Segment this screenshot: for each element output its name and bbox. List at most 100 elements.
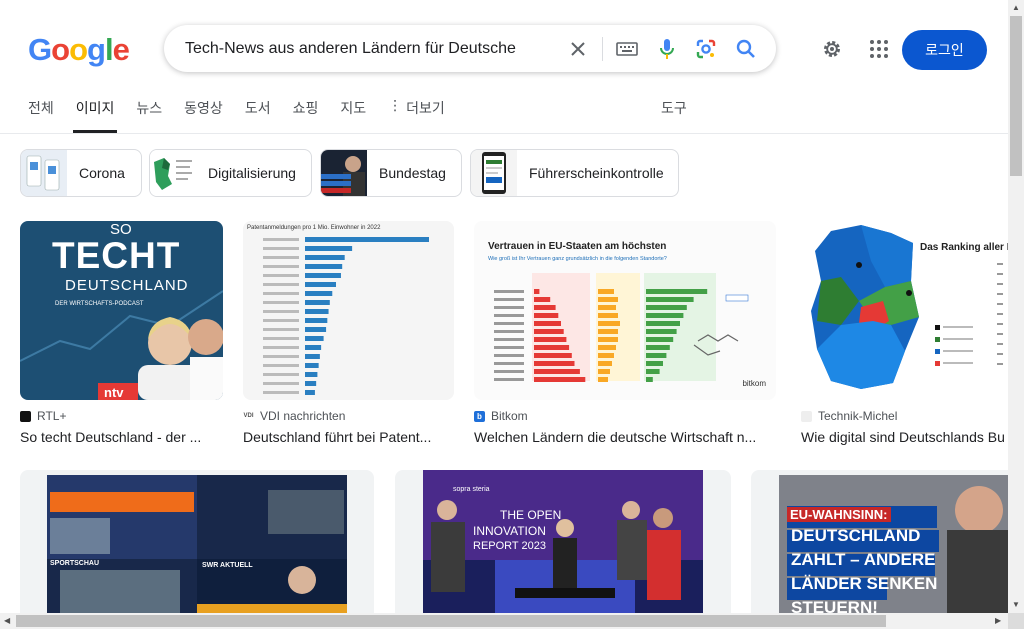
decorative-bar bbox=[598, 313, 618, 318]
swr-aktuell-text: SWR AKTUELL bbox=[202, 562, 253, 569]
tab-videos[interactable]: 동영상 bbox=[184, 98, 223, 132]
chip-thumbnail bbox=[471, 150, 517, 196]
decorative-bar bbox=[646, 289, 708, 294]
logo-letter: o bbox=[51, 32, 70, 67]
scroll-up-icon[interactable]: ▲ bbox=[1012, 3, 1020, 12]
result-thumbnail[interactable]: SO TECHT DEUTSCHLAND DER WIRTSCHAFTS-POD… bbox=[20, 221, 223, 400]
scroll-down-icon[interactable]: ▼ bbox=[1012, 600, 1020, 609]
image-result[interactable]: Das Ranking aller B Technik-Michel Wie d… bbox=[801, 221, 1008, 445]
result-thumbnail[interactable]: Vertrauen in EU-Staaten am höchsten Wie … bbox=[474, 221, 776, 400]
apps-grid-icon[interactable] bbox=[867, 37, 891, 61]
image-result[interactable]: SPORTSCHAU SWR AKTUELL bbox=[20, 470, 374, 613]
decorative-bar bbox=[598, 297, 618, 302]
logo-letter: l bbox=[104, 32, 114, 67]
chip-fuehrerscheinkontrolle[interactable]: Führerscheinkontrolle bbox=[470, 149, 679, 197]
image-result[interactable]: Vertrauen in EU-Staaten am höchsten Wie … bbox=[474, 221, 776, 445]
result-source[interactable]: b Bitkom bbox=[474, 409, 776, 423]
decorative-label bbox=[263, 364, 299, 367]
decorative-bar bbox=[598, 361, 612, 366]
source-name: Technik-Michel bbox=[818, 409, 898, 423]
tools-button[interactable]: 도구 bbox=[661, 98, 687, 118]
settings-gear-icon[interactable] bbox=[820, 37, 844, 61]
result-source[interactable]: RTL+ bbox=[20, 409, 223, 423]
decorative-bar bbox=[305, 390, 315, 395]
decorative-bar bbox=[598, 329, 618, 334]
decorative-bar bbox=[534, 329, 564, 334]
result-title[interactable]: Wie digital sind Deutschlands Bu bbox=[801, 429, 1008, 445]
tab-books[interactable]: 도서 bbox=[245, 98, 271, 132]
tab-more[interactable]: ⋮ 더보기 bbox=[388, 98, 445, 132]
tab-images[interactable]: 이미지 bbox=[72, 98, 118, 133]
image-result[interactable]: Patentanmeldungen pro 1 Mio. Einwohner i… bbox=[243, 221, 454, 445]
result-thumbnail[interactable] bbox=[395, 470, 731, 613]
decorative-label bbox=[263, 238, 299, 241]
image-result[interactable]: EU-WAHNSINN: DEUTSCHLAND ZAHLT – ANDERE … bbox=[751, 470, 1008, 613]
innovation-line2-text: INNOVATION bbox=[473, 524, 546, 538]
result-title[interactable]: So techt Deutschland - der ... bbox=[20, 429, 223, 445]
rtl-deutschland-text: DEUTSCHLAND bbox=[65, 277, 189, 294]
chip-bundestag[interactable]: Bundestag bbox=[320, 149, 462, 197]
decorative-label bbox=[263, 319, 299, 322]
chip-digitalisierung[interactable]: Digitalisierung bbox=[149, 149, 312, 197]
innovation-brand-text: sopra steria bbox=[453, 486, 490, 493]
result-thumbnail[interactable]: Das Ranking aller B bbox=[801, 221, 1008, 400]
decorative-bar bbox=[305, 372, 318, 377]
decorative-bar bbox=[598, 353, 614, 358]
camera-lens-icon[interactable] bbox=[694, 37, 718, 61]
google-logo[interactable]: Google bbox=[28, 32, 130, 68]
tab-news[interactable]: 뉴스 bbox=[136, 98, 162, 132]
clear-icon[interactable] bbox=[566, 37, 590, 61]
horizontal-scroll-thumb[interactable] bbox=[16, 615, 886, 627]
result-title[interactable]: Welchen Ländern die deutsche Wirtschaft … bbox=[474, 429, 776, 445]
vdi-favicon-icon: VDI bbox=[243, 410, 254, 422]
more-vert-icon: ⋮ bbox=[388, 98, 403, 114]
decorative-bar bbox=[534, 369, 580, 374]
result-thumbnail[interactable]: Patentanmeldungen pro 1 Mio. Einwohner i… bbox=[243, 221, 454, 400]
chip-thumbnail bbox=[21, 150, 67, 196]
image-result[interactable]: sopra steria THE OPEN INNOVATION REPORT … bbox=[395, 470, 731, 613]
search-icon[interactable] bbox=[734, 37, 758, 61]
decorative-label bbox=[263, 328, 299, 331]
decorative-label bbox=[263, 391, 299, 394]
vertical-scrollbar[interactable]: ▲ ▼ bbox=[1008, 0, 1024, 613]
result-thumbnail[interactable] bbox=[20, 470, 374, 613]
tab-all[interactable]: 전체 bbox=[28, 98, 54, 132]
login-button[interactable]: 로그인 bbox=[902, 30, 987, 70]
decorative-label bbox=[263, 310, 299, 313]
eu-line3-text: LÄNDER SENKEN bbox=[791, 574, 938, 593]
decorative-bar bbox=[646, 345, 670, 350]
vertical-scroll-thumb[interactable] bbox=[1010, 16, 1022, 176]
chip-corona[interactable]: Corona bbox=[20, 149, 142, 197]
eu-line1-text: DEUTSCHLAND bbox=[791, 526, 921, 545]
tab-maps[interactable]: 지도 bbox=[340, 98, 366, 132]
result-source[interactable]: Technik-Michel bbox=[801, 409, 1008, 423]
search-input[interactable] bbox=[185, 36, 565, 62]
decorative-bar bbox=[534, 289, 540, 294]
decorative-label bbox=[263, 355, 299, 358]
decorative-bar bbox=[646, 361, 663, 366]
result-title[interactable]: Deutschland führt bei Patent... bbox=[243, 429, 454, 445]
scrollbar-corner bbox=[1008, 613, 1024, 629]
decorative-label bbox=[263, 283, 299, 286]
image-result[interactable]: SO TECHT DEUTSCHLAND DER WIRTSCHAFTS-POD… bbox=[20, 221, 223, 445]
search-box bbox=[164, 25, 776, 72]
decorative-bar bbox=[534, 313, 559, 318]
bitkom-logo: bitkom bbox=[742, 379, 766, 388]
decorative-bar bbox=[646, 337, 674, 342]
keyboard-icon[interactable] bbox=[615, 37, 639, 61]
logo-letter: G bbox=[28, 32, 52, 67]
logo-letter: e bbox=[112, 32, 130, 67]
microphone-icon[interactable] bbox=[655, 37, 679, 61]
chip-label: Digitalisierung bbox=[208, 165, 296, 181]
decorative-bar bbox=[598, 321, 620, 326]
scroll-right-icon[interactable]: ▶ bbox=[995, 616, 1001, 625]
scroll-left-icon[interactable]: ◀ bbox=[4, 616, 10, 625]
source-name: VDI nachrichten bbox=[260, 409, 346, 423]
decorative-label bbox=[494, 370, 524, 373]
tab-shopping[interactable]: 쇼핑 bbox=[293, 98, 319, 132]
horizontal-scrollbar[interactable]: ◀ ▶ bbox=[0, 613, 1008, 629]
result-source[interactable]: VDI VDI nachrichten bbox=[243, 409, 454, 423]
decorative-bar bbox=[646, 313, 684, 318]
rtl-favicon-icon bbox=[20, 410, 31, 422]
decorative-label bbox=[263, 265, 299, 268]
